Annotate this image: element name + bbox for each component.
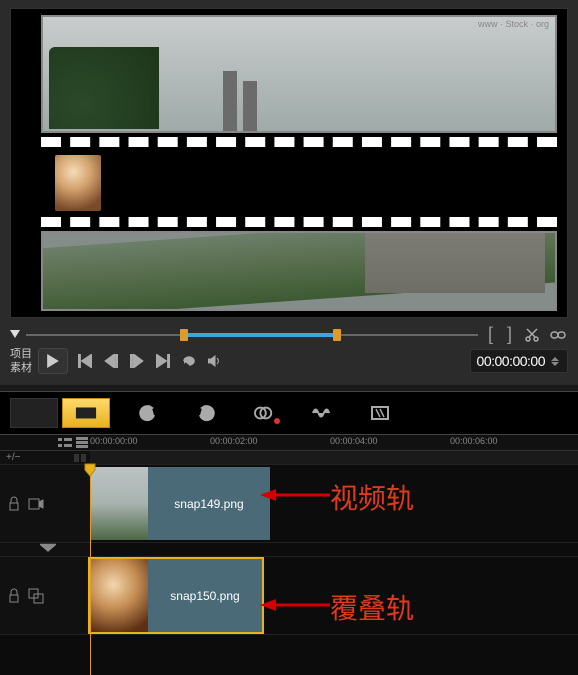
effects-icon bbox=[370, 403, 390, 423]
track-lock-icon[interactable] bbox=[6, 588, 22, 604]
timecode-display[interactable]: 00:00:00:00 bbox=[470, 349, 568, 373]
timeline-ruler-row: 00:00:00:00 00:00:02:00 00:00:04:00 00:0… bbox=[0, 435, 578, 451]
record-icon bbox=[254, 403, 274, 423]
source-mode-label[interactable]: 素材 bbox=[10, 361, 32, 375]
mark-in-button[interactable]: [ bbox=[484, 324, 497, 345]
track-lock-icon[interactable] bbox=[6, 496, 22, 512]
annotation-arrow bbox=[260, 595, 330, 615]
preview-layer-main: www · Stock · org bbox=[41, 15, 557, 133]
timecode-up-button[interactable] bbox=[551, 357, 559, 361]
audio-mixer-button[interactable] bbox=[302, 398, 342, 428]
link-icon bbox=[550, 327, 566, 343]
redo-button[interactable] bbox=[186, 398, 226, 428]
mark-out-button[interactable]: ] bbox=[503, 324, 516, 345]
speaker-icon bbox=[208, 354, 222, 368]
mark-in-handle[interactable] bbox=[180, 329, 188, 341]
record-button[interactable] bbox=[244, 398, 284, 428]
preview-layer-bottom bbox=[41, 231, 557, 311]
overlay-clip[interactable]: snap150.png bbox=[90, 559, 262, 632]
effects-button[interactable] bbox=[360, 398, 400, 428]
annotation-video-track: 视频轨 bbox=[330, 477, 414, 517]
volume-button[interactable] bbox=[204, 350, 226, 372]
preview-monitor: www · Stock · org bbox=[10, 8, 568, 318]
go-end-button[interactable] bbox=[152, 350, 174, 372]
track-list-icon[interactable] bbox=[58, 437, 72, 449]
undo-button[interactable] bbox=[128, 398, 168, 428]
waveform-icon bbox=[312, 403, 332, 423]
scrub-selection[interactable] bbox=[180, 333, 334, 337]
preview-panel: www · Stock · org [ ] 项目 bbox=[0, 0, 578, 385]
overlay-track-icon bbox=[28, 588, 44, 604]
next-frame-button[interactable] bbox=[126, 350, 148, 372]
storyboard-view-button[interactable] bbox=[10, 398, 58, 428]
frame-forward-icon bbox=[130, 354, 144, 368]
preview-layer-filmstrip bbox=[41, 137, 557, 227]
record-dot-icon bbox=[274, 418, 280, 424]
redo-icon bbox=[196, 403, 216, 423]
timeline-view-button[interactable] bbox=[62, 398, 110, 428]
skip-start-icon bbox=[78, 354, 92, 368]
timecode-down-button[interactable] bbox=[551, 362, 559, 366]
clip-filename: snap150.png bbox=[148, 589, 262, 603]
video-track-icon bbox=[28, 496, 44, 512]
storyboard-icon bbox=[23, 406, 45, 420]
playback-mode-labels: 项目 素材 bbox=[10, 347, 32, 375]
transport-row: 项目 素材 00:00:00:00 bbox=[10, 347, 568, 375]
clip-thumbnail bbox=[90, 559, 148, 632]
zoom-slider-row: +/− bbox=[0, 451, 578, 465]
preview-watermark: www · Stock · org bbox=[478, 19, 549, 29]
annotation-arrow bbox=[260, 485, 330, 505]
clip-filename: snap149.png bbox=[148, 497, 270, 511]
annotation-overlay-track: 覆叠轨 bbox=[330, 587, 414, 627]
timeline-icon bbox=[75, 406, 97, 420]
scrub-row: [ ] bbox=[10, 324, 568, 345]
ruler-tick: 00:00:00:00 bbox=[90, 436, 138, 446]
timecode-value: 00:00:00:00 bbox=[477, 353, 545, 369]
undo-icon bbox=[138, 403, 158, 423]
prev-frame-button[interactable] bbox=[100, 350, 122, 372]
project-mode-label[interactable]: 项目 bbox=[10, 347, 32, 361]
play-button[interactable] bbox=[38, 348, 68, 374]
ruler-tick: 00:00:02:00 bbox=[210, 436, 258, 446]
scissors-icon bbox=[524, 327, 540, 343]
timeline-ruler[interactable]: 00:00:00:00 00:00:02:00 00:00:04:00 00:0… bbox=[90, 435, 578, 450]
timeline-toolbar bbox=[0, 391, 578, 435]
overlay-track-header[interactable] bbox=[0, 557, 90, 634]
play-icon bbox=[47, 354, 59, 368]
go-start-button[interactable] bbox=[74, 350, 96, 372]
frame-back-icon bbox=[104, 354, 118, 368]
ruler-tick: 00:00:04:00 bbox=[330, 436, 378, 446]
scrub-bar[interactable] bbox=[26, 331, 478, 339]
timeline-tracks: snap149.png snap150.png 视频轨 覆叠轨 bbox=[0, 465, 578, 675]
skip-end-icon bbox=[156, 354, 170, 368]
video-track-header[interactable] bbox=[0, 465, 90, 542]
cut-clip-button[interactable] bbox=[522, 325, 542, 345]
expand-tracks-icon[interactable] bbox=[40, 542, 56, 558]
clip-thumbnail bbox=[90, 467, 148, 540]
video-clip[interactable]: snap149.png bbox=[90, 467, 270, 540]
link-button[interactable] bbox=[548, 325, 568, 345]
mark-out-handle[interactable] bbox=[333, 329, 341, 341]
ruler-tick: 00:00:06:00 bbox=[450, 436, 498, 446]
zoom-tracks-icon[interactable] bbox=[76, 437, 88, 449]
playhead-marker-icon[interactable] bbox=[10, 330, 20, 340]
preview-overlay-thumb bbox=[55, 155, 101, 211]
loop-button[interactable] bbox=[178, 350, 200, 372]
loop-icon bbox=[182, 354, 196, 368]
